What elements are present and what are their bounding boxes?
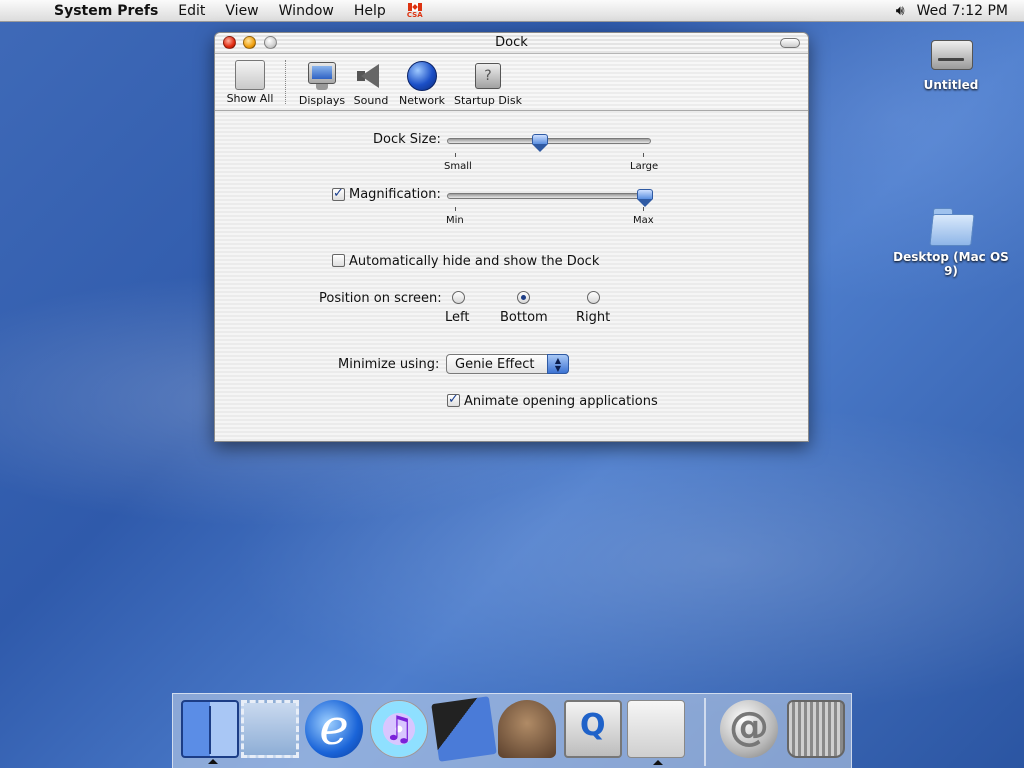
sound-label: Sound [353, 94, 389, 107]
internet-explorer-icon[interactable]: e [305, 700, 363, 758]
volume-icon[interactable]: 🔊︎ [896, 3, 905, 19]
autohide-checkbox[interactable] [332, 254, 345, 267]
magnification-slider[interactable] [447, 193, 651, 199]
menu-bar: System Prefs Edit View Window Help CSA 🔊… [0, 0, 1024, 22]
magnification-max-label: Max [633, 215, 654, 226]
position-bottom-label: Bottom [500, 310, 548, 325]
slider-tick [643, 207, 644, 211]
desktop-icon-untitled[interactable]: Untitled [891, 34, 1011, 92]
menu-window[interactable]: Window [279, 3, 334, 19]
toolbar-toggle-button[interactable] [780, 38, 800, 48]
menu-app-name[interactable]: System Prefs [54, 3, 158, 19]
menu-view[interactable]: View [225, 3, 258, 19]
imovie-icon[interactable] [431, 696, 497, 762]
prefs-toolbar: Show All Displays Sound Network ? Startu… [215, 54, 808, 111]
minimize-label: Minimize using: [338, 357, 440, 372]
minimize-effect-value: Genie Effect [455, 357, 535, 372]
slider-tick [455, 207, 456, 211]
magnification-slider-thumb[interactable] [637, 189, 653, 207]
menu-help[interactable]: Help [354, 3, 386, 19]
hard-drive-icon [930, 34, 973, 76]
menu-edit[interactable]: Edit [178, 3, 205, 19]
dock-size-slider[interactable] [447, 138, 651, 144]
mail-drop-icon[interactable]: @ [720, 700, 778, 758]
magnification-checkbox[interactable] [332, 186, 345, 201]
popup-arrows-icon: ▲ ▼ [547, 354, 569, 374]
displays-label: Displays [298, 94, 346, 107]
running-indicator-icon [653, 760, 663, 765]
toolbar-separator [285, 60, 287, 104]
sound-button[interactable]: Sound [351, 60, 391, 107]
itunes-icon[interactable]: ♫ [370, 700, 428, 758]
show-all-icon [235, 60, 265, 90]
show-all-button[interactable]: Show All [225, 60, 275, 105]
position-label: Position on screen: [319, 291, 442, 306]
startup-disk-label: Startup Disk [454, 94, 522, 107]
dock: e ♫ @ [172, 693, 852, 768]
position-bottom-radio[interactable] [517, 291, 530, 304]
position-left-label: Left [445, 310, 470, 325]
desktop-icon-label: Desktop (Mac OS 9) [893, 250, 1009, 278]
running-indicator-icon [208, 759, 218, 764]
position-left-radio[interactable] [452, 291, 465, 304]
system-preferences-icon[interactable] [627, 700, 685, 765]
menu-extras: 🔊︎ Wed 7:12 PM [896, 3, 1008, 19]
displays-button[interactable]: Displays [297, 60, 347, 107]
keyboard-layout-flag-icon[interactable]: CSA [406, 2, 423, 19]
show-all-label: Show All [226, 92, 274, 105]
startup-disk-icon: ? [472, 60, 504, 92]
sherlock-icon[interactable] [498, 700, 556, 758]
dock-prefs-pane: Dock Size: Small Large Magnification: Mi… [215, 111, 808, 443]
animate-checkbox[interactable] [447, 392, 460, 407]
window-titlebar[interactable]: Dock [215, 33, 808, 54]
globe-icon [406, 60, 438, 92]
speaker-icon [355, 60, 387, 92]
dock-size-label: Dock Size: [373, 132, 441, 147]
magnification-label: Magnification: [349, 187, 441, 202]
slider-tick [455, 153, 456, 157]
folder-icon [929, 206, 975, 246]
position-right-radio[interactable] [587, 291, 600, 304]
slider-tick [643, 153, 644, 157]
magnification-min-label: Min [446, 215, 464, 226]
window-title: Dock [495, 35, 528, 50]
startup-disk-button[interactable]: ? Startup Disk [453, 60, 523, 107]
canada-flag-icon [407, 2, 422, 11]
flag-text: CSA [406, 10, 423, 19]
menu-clock[interactable]: Wed 7:12 PM [917, 3, 1008, 19]
dock-size-max-label: Large [630, 161, 659, 172]
animate-label: Animate opening applications [464, 394, 658, 409]
quicktime-icon[interactable] [564, 700, 622, 758]
position-right-label: Right [576, 310, 611, 325]
dock-size-min-label: Small [444, 161, 472, 172]
desktop-icon-os9[interactable]: Desktop (Mac OS 9) [891, 206, 1011, 278]
dock-size-slider-thumb[interactable] [532, 134, 549, 152]
desktop-icon-label: Untitled [923, 78, 979, 92]
minimize-effect-popup[interactable]: Genie Effect ▲ ▼ [446, 354, 569, 374]
finder-icon[interactable] [181, 700, 239, 764]
network-button[interactable]: Network [397, 60, 447, 107]
trash-icon[interactable] [787, 700, 845, 758]
displays-icon [306, 60, 338, 92]
dock-preferences-window: Dock Show All Displays Sound Network ? S… [214, 32, 809, 442]
autohide-label: Automatically hide and show the Dock [349, 254, 600, 269]
dock-divider [704, 698, 706, 766]
network-label: Network [399, 94, 445, 107]
mail-icon[interactable] [241, 700, 299, 758]
